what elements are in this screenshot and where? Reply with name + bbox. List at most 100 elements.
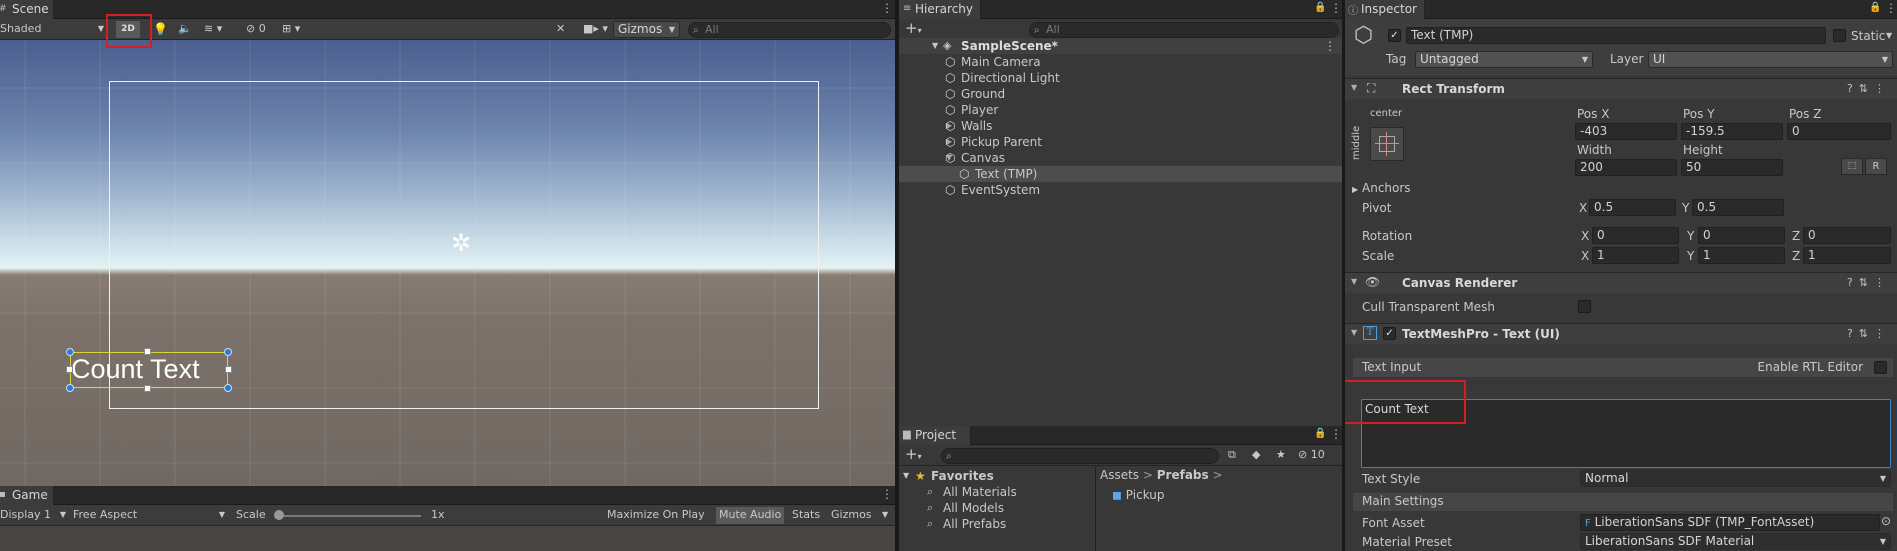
audio-icon[interactable]: 🔈 xyxy=(178,21,192,38)
scale-slider-track[interactable] xyxy=(276,515,421,517)
effects-icon[interactable]: ≋ ▾ xyxy=(204,21,222,38)
object-name-field[interactable]: Text (TMP) xyxy=(1406,27,1826,44)
anchors-label[interactable]: Anchors xyxy=(1362,181,1411,195)
blueprint-mode-button[interactable]: ⬚ xyxy=(1841,158,1863,175)
scale-x-field[interactable]: 1 xyxy=(1592,247,1679,264)
scene-menu-dots-icon[interactable]: ⋮ xyxy=(1324,38,1336,54)
layer-dropdown[interactable]: UI ▼ xyxy=(1648,51,1893,68)
lock-icon[interactable]: 🔒 xyxy=(1314,428,1326,442)
filter-label-icon[interactable]: ◆ xyxy=(1252,447,1260,464)
inspector-menu-icon[interactable]: ⋮ xyxy=(1885,2,1897,16)
pos-z-field[interactable]: 0 xyxy=(1787,123,1891,140)
hierarchy-item[interactable]: ⬡ Ground xyxy=(899,86,1342,102)
aspect-dropdown[interactable]: Free Aspect ▼ xyxy=(73,507,227,524)
hierarchy-menu-icon[interactable]: ⋮ xyxy=(1330,2,1342,16)
hierarchy-item[interactable]: ▶ ⬡ Pickup Parent xyxy=(899,134,1342,150)
anchor-handle[interactable] xyxy=(224,384,232,392)
hierarchy-item[interactable]: ▼ ⬡ Canvas xyxy=(899,150,1342,166)
rot-x-field[interactable]: 0 xyxy=(1592,227,1679,244)
hierarchy-item[interactable]: ⬡ EventSystem xyxy=(899,182,1342,198)
pivot-y-field[interactable]: 0.5 xyxy=(1692,199,1784,216)
hidden-packages-icon[interactable]: ⊘ 10 xyxy=(1298,447,1325,464)
project-menu-icon[interactable]: ⋮ xyxy=(1330,428,1342,442)
resize-handle[interactable] xyxy=(225,366,232,373)
game-menu-icon[interactable]: ⋮ xyxy=(881,488,893,502)
shading-dropdown[interactable]: Shaded ▼ xyxy=(0,21,108,38)
anchor-presets-button[interactable] xyxy=(1370,127,1404,161)
display-dropdown[interactable]: Display 1 ▼ xyxy=(0,507,66,524)
tab-project[interactable]: ▆ Project xyxy=(899,426,971,445)
favorite-item[interactable]: ⌕ All Prefabs xyxy=(899,516,1095,532)
filter-type-icon[interactable]: ⧉ xyxy=(1228,447,1236,464)
component-actions-icons[interactable]: ?⇅⋮ xyxy=(1847,82,1891,95)
chevron-down-icon[interactable]: ▼ xyxy=(882,507,888,524)
rtl-editor-checkbox[interactable] xyxy=(1874,361,1887,374)
tmp-enabled-checkbox[interactable]: ✓ xyxy=(1383,327,1396,340)
count-text-label[interactable]: Count Text xyxy=(71,351,200,387)
directional-light-icon[interactable]: ✲ xyxy=(451,231,471,255)
font-asset-field[interactable]: F LiberationSans SDF (TMP_FontAsset) xyxy=(1580,514,1880,531)
camera-icon[interactable]: ■▸ ▾ xyxy=(583,21,608,38)
tab-game[interactable]: ▪ Game xyxy=(0,486,54,505)
tag-dropdown[interactable]: Untagged ▼ xyxy=(1415,51,1593,68)
tab-scene[interactable]: # Scene xyxy=(0,0,54,19)
project-search-input[interactable]: ⌕ xyxy=(941,448,1219,464)
scene-search-input[interactable]: ⌕ All xyxy=(688,22,891,38)
rot-z-field[interactable]: 0 xyxy=(1803,227,1891,244)
object-picker-icon[interactable]: ⊙ xyxy=(1881,514,1891,528)
anchor-handle[interactable] xyxy=(224,348,232,356)
tools-icon[interactable]: ✕ xyxy=(556,21,565,38)
lock-icon[interactable]: 🔒 xyxy=(1314,2,1326,16)
add-object-button[interactable]: +▾ xyxy=(905,21,922,38)
asset-item[interactable]: ◼ Pickup xyxy=(1112,488,1165,502)
resize-handle[interactable] xyxy=(66,366,73,373)
rect-transform-header[interactable]: ▼ ⛶ Rect Transform ?⇅⋮ xyxy=(1345,78,1897,99)
tmp-header[interactable]: ▼ T ✓ TextMeshPro - Text (UI) ?⇅⋮ xyxy=(1345,323,1897,344)
width-field[interactable]: 200 xyxy=(1575,159,1677,176)
pivot-x-field[interactable]: 0.5 xyxy=(1589,199,1676,216)
lock-icon[interactable]: 🔒 xyxy=(1869,2,1881,16)
create-asset-button[interactable]: +▾ xyxy=(905,447,922,464)
anchor-handle[interactable] xyxy=(66,384,74,392)
active-checkbox[interactable]: ✓ xyxy=(1388,29,1401,42)
component-actions-icons[interactable]: ?⇅⋮ xyxy=(1847,327,1891,340)
scene-viewport[interactable]: ✲ Count Text xyxy=(0,40,895,486)
hierarchy-item[interactable]: ⬡ Directional Light xyxy=(899,70,1342,86)
scene-menu-icon[interactable]: ⋮ xyxy=(881,2,893,16)
scale-z-field[interactable]: 1 xyxy=(1803,247,1891,264)
scene-root-row[interactable]: ▼ ◈ SampleScene* ⋮ xyxy=(899,38,1342,54)
material-preset-dropdown[interactable]: LiberationSans SDF Material ▼ xyxy=(1580,533,1891,550)
hierarchy-item[interactable]: ⬡ Text (TMP) xyxy=(899,166,1342,182)
height-field[interactable]: 50 xyxy=(1681,159,1783,176)
favorite-star-icon[interactable]: ★ xyxy=(1276,447,1286,464)
gizmos-dropdown[interactable]: Gizmos ▼ xyxy=(613,21,680,38)
stats-button[interactable]: Stats xyxy=(792,507,820,524)
component-actions-icons[interactable]: ?⇅⋮ xyxy=(1847,276,1891,289)
hierarchy-search-input[interactable]: ⌕ All xyxy=(1029,22,1339,38)
tab-inspector[interactable]: ⓘ Inspector xyxy=(1345,0,1425,19)
pos-x-field[interactable]: -403 xyxy=(1575,123,1677,140)
hierarchy-item[interactable]: ▶ ⬡ Walls xyxy=(899,118,1342,134)
canvas-renderer-header[interactable]: ▼ 👁 Canvas Renderer ?⇅⋮ xyxy=(1345,272,1897,293)
lighting-icon[interactable]: 💡 xyxy=(153,21,168,38)
maximize-on-play-button[interactable]: Maximize On Play xyxy=(607,507,705,524)
hierarchy-item[interactable]: ⬡ Main Camera xyxy=(899,54,1342,70)
expand-arrow-icon[interactable]: ▶ xyxy=(1352,185,1358,194)
chevron-down-icon[interactable]: ▼ xyxy=(1886,31,1892,40)
favorite-item[interactable]: ⌕ All Materials xyxy=(899,484,1095,500)
scale-slider-thumb[interactable] xyxy=(274,510,284,520)
cull-transparent-mesh-checkbox[interactable] xyxy=(1578,300,1591,313)
resize-handle[interactable] xyxy=(144,385,151,392)
mute-audio-button[interactable]: Mute Audio xyxy=(716,507,785,524)
game-gizmos-button[interactable]: Gizmos xyxy=(831,507,872,524)
favorites-row[interactable]: ▼ ★ Favorites xyxy=(899,468,1095,484)
pos-y-field[interactable]: -159.5 xyxy=(1681,123,1783,140)
rot-y-field[interactable]: 0 xyxy=(1698,227,1785,244)
grid-icon[interactable]: ⊞ ▾ xyxy=(282,21,300,38)
scale-y-field[interactable]: 1 xyxy=(1698,247,1785,264)
favorite-item[interactable]: ⌕ All Models xyxy=(899,500,1095,516)
text-style-dropdown[interactable]: Normal ▼ xyxy=(1580,470,1891,487)
hidden-objects-icon[interactable]: ⊘ 0 xyxy=(246,21,266,38)
anchor-handle[interactable] xyxy=(66,348,74,356)
raw-edit-button[interactable]: R xyxy=(1865,158,1887,175)
